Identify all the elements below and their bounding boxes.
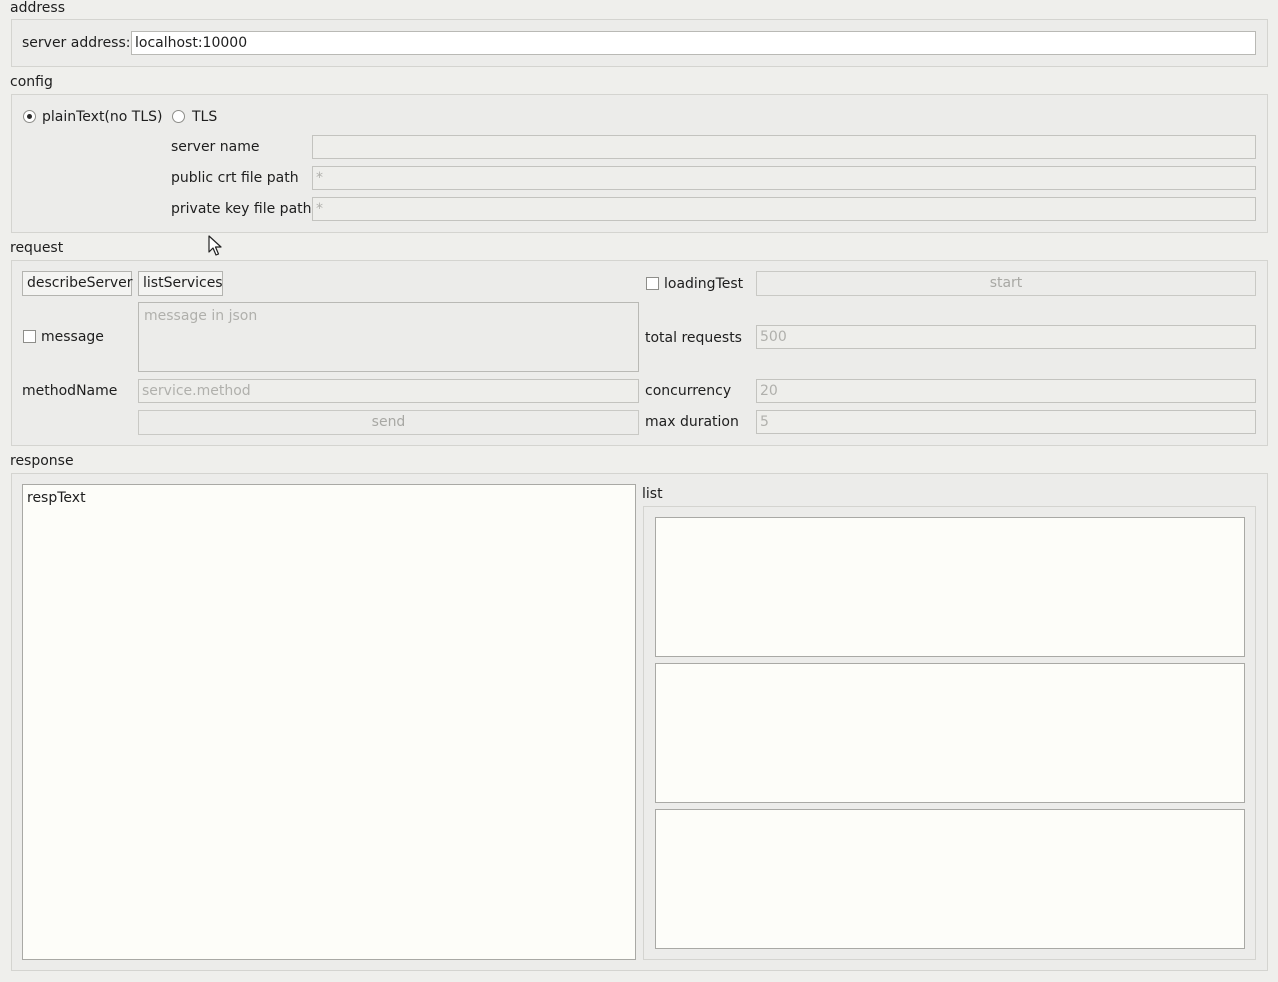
method-name-label: methodName bbox=[22, 383, 118, 399]
list-services-button[interactable]: listServices bbox=[138, 271, 223, 296]
server-address-input[interactable] bbox=[131, 31, 1256, 55]
message-textarea[interactable]: message in json bbox=[138, 302, 639, 372]
describe-server-button[interactable]: describeServer bbox=[22, 271, 133, 296]
response-text-pane[interactable]: respText bbox=[22, 484, 636, 960]
response-section-title: response bbox=[10, 453, 74, 469]
loading-test-label[interactable]: loadingTest bbox=[664, 276, 743, 292]
send-button[interactable]: send bbox=[138, 410, 639, 435]
mouse-cursor-icon bbox=[208, 235, 222, 256]
start-button[interactable]: start bbox=[756, 271, 1256, 296]
config-section-title: config bbox=[10, 74, 53, 90]
config-group: plainText(no TLS) TLS server name public… bbox=[11, 94, 1268, 233]
total-requests-label: total requests bbox=[645, 330, 742, 346]
private-key-input[interactable] bbox=[312, 197, 1256, 221]
loading-test-checkbox[interactable] bbox=[646, 277, 659, 290]
list-pane-3[interactable] bbox=[655, 809, 1245, 949]
concurrency-input[interactable] bbox=[756, 379, 1256, 403]
address-section-title: address bbox=[10, 0, 66, 16]
response-text: respText bbox=[27, 490, 86, 506]
max-duration-input[interactable] bbox=[756, 410, 1256, 434]
message-checkbox[interactable] bbox=[23, 330, 36, 343]
private-key-label: private key file path bbox=[171, 201, 312, 217]
address-group: server address: bbox=[11, 19, 1268, 67]
response-group: respText list bbox=[11, 473, 1268, 971]
total-requests-input[interactable] bbox=[756, 325, 1256, 349]
server-address-label: server address: bbox=[22, 35, 131, 51]
method-name-input[interactable] bbox=[138, 379, 639, 403]
max-duration-label: max duration bbox=[645, 414, 739, 430]
list-pane-1[interactable] bbox=[655, 517, 1245, 657]
plaintext-label[interactable]: plainText(no TLS) bbox=[42, 109, 162, 125]
plaintext-radio[interactable] bbox=[23, 110, 36, 123]
message-label[interactable]: message bbox=[41, 329, 104, 345]
public-crt-label: public crt file path bbox=[171, 170, 299, 186]
request-group: describeServer listServices loadingTest … bbox=[11, 260, 1268, 446]
list-pane-2[interactable] bbox=[655, 663, 1245, 803]
request-section-title: request bbox=[10, 240, 64, 256]
server-name-input[interactable] bbox=[312, 135, 1256, 159]
server-name-label: server name bbox=[171, 139, 260, 155]
list-group bbox=[643, 506, 1256, 960]
tls-label[interactable]: TLS bbox=[192, 109, 217, 125]
list-title: list bbox=[642, 486, 663, 502]
public-crt-input[interactable] bbox=[312, 166, 1256, 190]
concurrency-label: concurrency bbox=[645, 383, 732, 399]
tls-radio[interactable] bbox=[172, 110, 185, 123]
